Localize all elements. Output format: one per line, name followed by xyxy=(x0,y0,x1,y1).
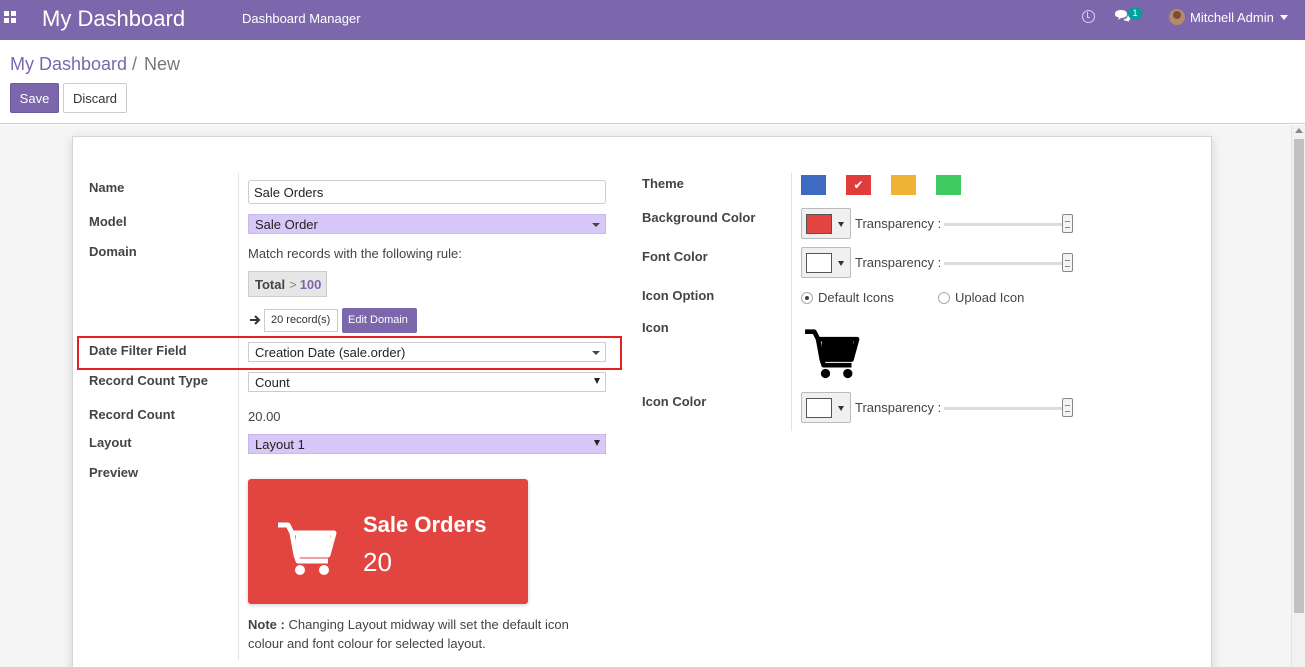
icon-option-label: Icon Option xyxy=(642,288,715,303)
form-content-area: Name Model Sale Order Domain Match recor… xyxy=(0,125,1291,667)
layout-value: Layout 1 xyxy=(255,437,305,452)
domain-label: Domain xyxy=(89,244,137,259)
user-avatar[interactable] xyxy=(1169,9,1185,25)
font-color-label: Font Color xyxy=(642,249,708,264)
background-color-label: Background Color xyxy=(642,210,756,225)
caret-down-icon xyxy=(594,440,600,446)
date-filter-value: Creation Date (sale.order) xyxy=(255,345,406,360)
theme-label: Theme xyxy=(642,176,684,191)
bg-transparency-label: Transparency : xyxy=(855,216,942,231)
layout-label: Layout xyxy=(89,435,132,450)
preview-title: Sale Orders xyxy=(363,512,487,537)
chevron-down-icon xyxy=(592,223,600,227)
name-input[interactable] xyxy=(248,180,606,204)
theme-swatch[interactable] xyxy=(891,175,916,195)
activity-clock-icon[interactable] xyxy=(1082,10,1095,23)
chevron-down-icon xyxy=(592,351,600,355)
record-count-type-select[interactable]: Count xyxy=(248,372,606,392)
date-filter-select[interactable]: Creation Date (sale.order) xyxy=(248,342,606,362)
domain-rule-operator: > xyxy=(289,277,297,292)
record-count-label: Record Count xyxy=(89,407,175,422)
caret-down-icon xyxy=(838,222,844,227)
note-label: Note : xyxy=(248,617,285,632)
control-panel: My Dashboard / New Save Discard xyxy=(0,40,1305,124)
shopping-cart-icon xyxy=(278,522,337,575)
app-brand[interactable]: My Dashboard xyxy=(42,6,185,32)
theme-swatch[interactable]: ✔ xyxy=(846,175,871,195)
layout-select[interactable]: Layout 1 xyxy=(248,434,606,454)
date-filter-label: Date Filter Field xyxy=(89,343,187,358)
domain-rule[interactable]: Total >100 xyxy=(248,271,327,297)
icon-transparency-handle[interactable] xyxy=(1062,398,1073,417)
preview-count: 20 xyxy=(363,547,392,577)
preview-label: Preview xyxy=(89,465,139,480)
apps-menu-icon[interactable] xyxy=(4,11,18,25)
scrollbar-thumb[interactable] xyxy=(1294,139,1304,613)
caret-down-icon xyxy=(838,261,844,266)
theme-swatch[interactable] xyxy=(936,175,961,195)
checkmark-icon: ✔ xyxy=(853,178,864,192)
domain-rule-value: 100 xyxy=(299,277,322,292)
font-transparency-handle[interactable] xyxy=(1062,253,1073,272)
user-menu-caret-icon[interactable] xyxy=(1280,15,1288,20)
model-select[interactable]: Sale Order xyxy=(248,214,606,234)
icon-color-label: Icon Color xyxy=(642,394,707,409)
menu-dashboard-manager[interactable]: Dashboard Manager xyxy=(242,11,361,26)
upload-icon-label[interactable]: Upload Icon xyxy=(955,290,1024,305)
record-count-value: 20.00 xyxy=(248,409,281,424)
records-count-button[interactable]: 20 record(s) xyxy=(264,309,338,332)
domain-rule-field: Total xyxy=(255,277,286,292)
icon-transparency-label: Transparency : xyxy=(855,400,942,415)
icon-color-picker[interactable] xyxy=(801,392,851,423)
layout-note: Note : Changing Layout midway will set t… xyxy=(248,615,593,653)
caret-down-icon xyxy=(838,406,844,411)
record-count-type-value: Count xyxy=(255,375,290,390)
breadcrumb-separator: / xyxy=(132,54,138,74)
model-value: Sale Order xyxy=(255,217,318,232)
record-count-type-label: Record Count Type xyxy=(89,373,208,388)
font-transparency-label: Transparency : xyxy=(855,255,942,270)
default-icons-label[interactable]: Default Icons xyxy=(818,290,894,305)
edit-domain-button[interactable]: Edit Domain xyxy=(342,308,417,333)
breadcrumb-root[interactable]: My Dashboard xyxy=(10,54,127,75)
chat-count-badge: 1 xyxy=(1128,7,1142,20)
default-icons-radio[interactable] xyxy=(801,292,813,304)
scroll-up-arrow-icon[interactable] xyxy=(1295,128,1303,133)
icon-color-chip xyxy=(806,398,832,418)
upload-icon-radio[interactable] xyxy=(938,292,950,304)
top-navbar: My Dashboard Dashboard Manager 1 Mitchel… xyxy=(0,0,1305,40)
preview-card: Sale Orders 20 xyxy=(248,479,528,604)
background-color-chip xyxy=(806,214,832,234)
domain-hint: Match records with the following rule: xyxy=(248,246,462,261)
name-label: Name xyxy=(89,180,125,195)
bg-transparency-handle[interactable] xyxy=(1062,214,1073,233)
discard-button[interactable]: Discard xyxy=(63,83,127,113)
save-button[interactable]: Save xyxy=(10,83,59,113)
shopping-cart-icon[interactable] xyxy=(801,328,863,380)
form-sheet: Name Model Sale Order Domain Match recor… xyxy=(72,136,1212,667)
breadcrumb-current: New xyxy=(144,54,181,74)
icon-label: Icon xyxy=(642,320,669,335)
vertical-scrollbar[interactable] xyxy=(1291,125,1305,667)
right-group-divider xyxy=(791,173,792,431)
icon-transparency-slider[interactable] xyxy=(944,407,1062,410)
background-color-picker[interactable] xyxy=(801,208,851,239)
font-color-picker[interactable] xyxy=(801,247,851,278)
user-name[interactable]: Mitchell Admin xyxy=(1190,10,1274,25)
arrow-right-icon xyxy=(250,315,261,325)
note-text: Changing Layout midway will set the defa… xyxy=(248,617,569,651)
model-label: Model xyxy=(89,214,127,229)
theme-swatch[interactable] xyxy=(801,175,826,195)
font-transparency-slider[interactable] xyxy=(944,262,1062,265)
left-group-divider xyxy=(238,173,239,660)
caret-down-icon xyxy=(594,378,600,384)
font-color-chip xyxy=(806,253,832,273)
bg-transparency-slider[interactable] xyxy=(944,223,1062,226)
